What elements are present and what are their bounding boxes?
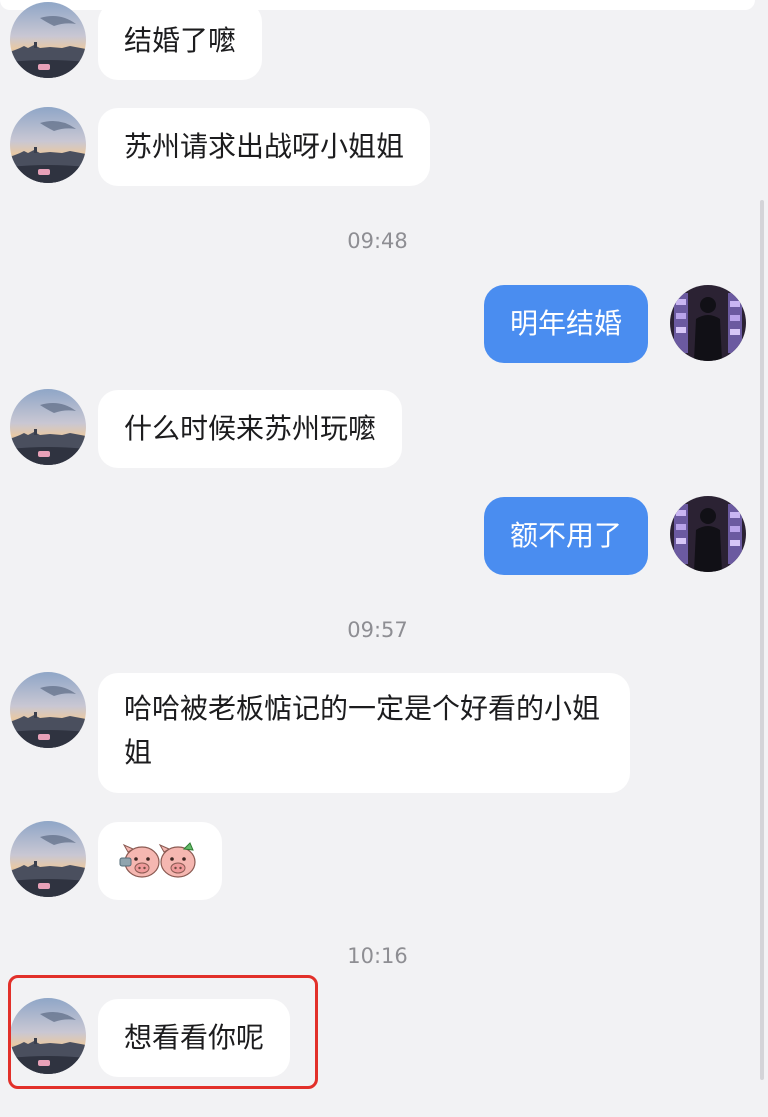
message-bubble[interactable]: 苏州请求出战呀小姐姐 [98,108,431,186]
my-message-bubble[interactable]: 明年结婚 [484,285,649,363]
contact-avatar[interactable] [10,821,86,897]
timestamp: 09:57 [347,618,408,642]
contact-avatar[interactable] [10,107,86,183]
timestamp: 09:48 [347,229,408,253]
person-silhouette-photo [670,285,746,361]
chat-message-list[interactable]: 结婚了嚒 苏州请求出战呀小姐姐 09:48 明年结婚 什么时候来苏州玩嚒 额不用… [0,0,768,1117]
sunset-city-photo [10,389,86,465]
red-highlight-annotation [8,975,318,1089]
pig-emoji-sticker-icon [119,842,196,878]
sunset-city-photo [10,672,86,748]
contact-avatar[interactable] [10,2,86,78]
contact-avatar[interactable] [10,672,86,748]
my-message-bubble[interactable]: 额不用了 [484,497,649,575]
sticker-message-bubble[interactable] [98,822,222,900]
person-silhouette-photo [670,496,746,572]
message-bubble[interactable]: 结婚了嚒 [98,2,263,80]
sunset-city-photo [10,107,86,183]
message-bubble[interactable]: 哈哈被老板惦记的一定是个好看的小姐姐 [98,673,630,793]
contact-avatar[interactable] [10,389,86,465]
sunset-city-photo [10,2,86,78]
user-avatar[interactable] [670,285,746,361]
message-bubble[interactable]: 什么时候来苏州玩嚒 [98,390,403,468]
timestamp: 10:16 [347,944,408,968]
sunset-city-photo [10,821,86,897]
scrollbar[interactable] [760,200,764,1080]
user-avatar[interactable] [670,496,746,572]
